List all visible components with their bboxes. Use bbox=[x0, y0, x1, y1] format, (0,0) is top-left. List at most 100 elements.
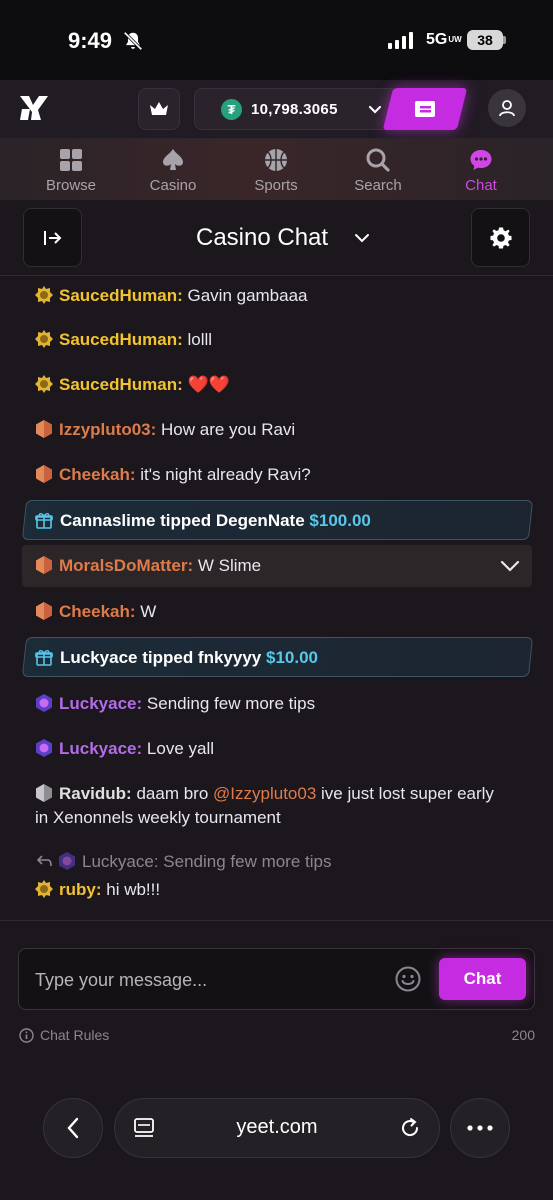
chat-username[interactable]: Cheekah: bbox=[59, 465, 136, 484]
status-bar: 9:49 5GUW 38 bbox=[0, 0, 553, 80]
top-header: ₮ 10,798.3065 bbox=[0, 80, 553, 138]
reload-icon[interactable] bbox=[399, 1117, 421, 1139]
chat-text: in Xenonnels weekly tournament bbox=[35, 808, 281, 827]
balance-selector[interactable]: ₮ 10,798.3065 bbox=[194, 88, 394, 130]
chevron-down-icon bbox=[368, 105, 382, 114]
crown-icon bbox=[150, 102, 168, 115]
chat-rules-link[interactable]: Chat Rules bbox=[19, 1027, 109, 1043]
info-icon bbox=[19, 1027, 34, 1043]
chat-username[interactable]: MoralsDoMatter: bbox=[59, 556, 193, 575]
tab-label: Chat bbox=[465, 177, 497, 194]
yeet-logo[interactable] bbox=[18, 93, 50, 123]
chat-message: SaucedHuman: lolll bbox=[35, 328, 212, 352]
chat-username[interactable]: Izzypluto03: bbox=[59, 420, 156, 439]
message-input-container: Chat bbox=[18, 948, 535, 1010]
chat-message: Izzypluto03: How are you Ravi bbox=[35, 418, 295, 442]
bronze-rank-badge-icon bbox=[36, 602, 52, 620]
chat-title[interactable]: Casino Chat bbox=[196, 224, 328, 252]
tab-label: Casino bbox=[149, 177, 197, 194]
reply-arrow-icon bbox=[36, 855, 52, 867]
browser-more-button[interactable] bbox=[450, 1098, 510, 1158]
gold-rank-badge-icon bbox=[35, 286, 53, 304]
tip-amount: $100.00 bbox=[309, 511, 371, 530]
chat-text: Sending few more tips bbox=[146, 694, 316, 713]
user-icon bbox=[499, 100, 515, 117]
reply-text: Sending few more tips bbox=[163, 852, 332, 871]
chat-username[interactable]: SaucedHuman: bbox=[59, 330, 183, 349]
gold-rank-badge-icon bbox=[35, 330, 53, 348]
chevron-down-icon[interactable] bbox=[353, 230, 371, 246]
battery-tip bbox=[503, 36, 506, 44]
vip-button[interactable] bbox=[138, 88, 180, 130]
chat-username[interactable]: SaucedHuman: bbox=[59, 286, 183, 305]
tab-browse[interactable]: Browse bbox=[21, 147, 121, 194]
chat-text: it's night already Ravi? bbox=[140, 465, 311, 484]
chat-username[interactable]: Cheekah: bbox=[59, 602, 136, 621]
chat-text: daam bro bbox=[136, 784, 209, 803]
tab-label: Search bbox=[354, 177, 402, 194]
chat-text: Gavin gambaaa bbox=[187, 286, 308, 305]
chat-composer: Chat Chat Rules 200 bbox=[0, 920, 553, 1068]
message-input[interactable] bbox=[35, 965, 385, 995]
network-label: 5GUW bbox=[426, 31, 462, 48]
chevron-down-icon[interactable] bbox=[499, 558, 521, 574]
tip-text: Cannaslime tipped DegenNate bbox=[60, 511, 305, 530]
reply-username: Luckyace: bbox=[82, 852, 159, 871]
chat-text: How are you Ravi bbox=[161, 420, 296, 439]
tab-sports[interactable]: Sports bbox=[226, 147, 326, 194]
bronze-rank-badge-icon bbox=[36, 420, 52, 438]
send-chat-button[interactable]: Chat bbox=[439, 958, 526, 1000]
browser-toolbar: yeet.com bbox=[0, 1068, 553, 1200]
chat-username[interactable]: ruby: bbox=[59, 880, 102, 899]
chat-username[interactable]: Ravidub: bbox=[59, 784, 132, 803]
chat-message: SaucedHuman: Gavin gambaaa bbox=[35, 284, 308, 308]
chat-text: lolll bbox=[187, 330, 213, 349]
tip-message: Cannaslime tipped DegenNate $100.00 bbox=[60, 501, 371, 541]
wallet-button[interactable] bbox=[382, 88, 468, 130]
chat-text: ❤️❤️ bbox=[187, 375, 230, 394]
arrow-right-to-bar-icon bbox=[43, 230, 61, 245]
tether-coin-icon: ₮ bbox=[221, 99, 242, 120]
chat-text: Love yall bbox=[146, 739, 215, 758]
balance-amount: 10,798.3065 bbox=[251, 101, 338, 118]
chat-rules-label: Chat Rules bbox=[40, 1027, 110, 1043]
url-text: yeet.com bbox=[236, 1116, 318, 1138]
address-bar[interactable]: yeet.com bbox=[114, 1098, 440, 1158]
user-mention[interactable]: @Izzypluto03 bbox=[213, 784, 316, 803]
bronze-rank-badge-icon bbox=[36, 556, 52, 574]
chat-settings-button[interactable] bbox=[471, 208, 530, 267]
chat-message-continued: in Xenonnels weekly tournament bbox=[35, 806, 281, 830]
chat-username[interactable]: Luckyace: bbox=[59, 694, 142, 713]
chat-text: ive just lost super early bbox=[321, 784, 494, 803]
chat-message: ruby: hi wb!!! bbox=[35, 878, 160, 902]
grid-icon bbox=[60, 149, 82, 171]
bronze-rank-badge-icon bbox=[36, 465, 52, 483]
tab-casino[interactable]: Casino bbox=[123, 147, 223, 194]
collapse-chat-button[interactable] bbox=[23, 208, 82, 267]
wallet-icon bbox=[415, 101, 435, 117]
chat-username[interactable]: SaucedHuman: bbox=[59, 375, 183, 394]
tip-amount: $10.00 bbox=[266, 648, 318, 667]
character-limit: 200 bbox=[511, 1027, 535, 1043]
signal-icon bbox=[388, 32, 413, 49]
tab-label: Browse bbox=[45, 177, 97, 194]
bell-muted-icon bbox=[123, 31, 143, 51]
chat-message: Cheekah: it's night already Ravi? bbox=[35, 463, 311, 487]
tab-search[interactable]: Search bbox=[328, 147, 428, 194]
reply-reference[interactable]: Luckyace: Sending few more tips bbox=[36, 850, 331, 874]
gift-icon bbox=[35, 650, 53, 666]
browser-back-button[interactable] bbox=[43, 1098, 103, 1158]
chat-username[interactable]: Luckyace: bbox=[59, 739, 142, 758]
silver-rank-badge-icon bbox=[36, 784, 52, 802]
emoji-icon[interactable] bbox=[395, 966, 421, 992]
main-nav: Browse Casino Sports Search Chat bbox=[0, 138, 553, 200]
purple-rank-badge-icon bbox=[59, 852, 75, 870]
tab-chat[interactable]: Chat bbox=[431, 147, 531, 194]
chat-message-list[interactable]: SaucedHuman: Gavin gambaaa SaucedHuman: … bbox=[0, 276, 553, 920]
status-time: 9:49 bbox=[68, 28, 113, 53]
tip-text: Luckyace tipped fnkyyyy bbox=[60, 648, 262, 667]
chat-message: Cheekah: W bbox=[35, 600, 156, 624]
profile-button[interactable] bbox=[488, 89, 526, 127]
spade-icon bbox=[163, 149, 183, 170]
chat-text: W bbox=[140, 602, 157, 621]
